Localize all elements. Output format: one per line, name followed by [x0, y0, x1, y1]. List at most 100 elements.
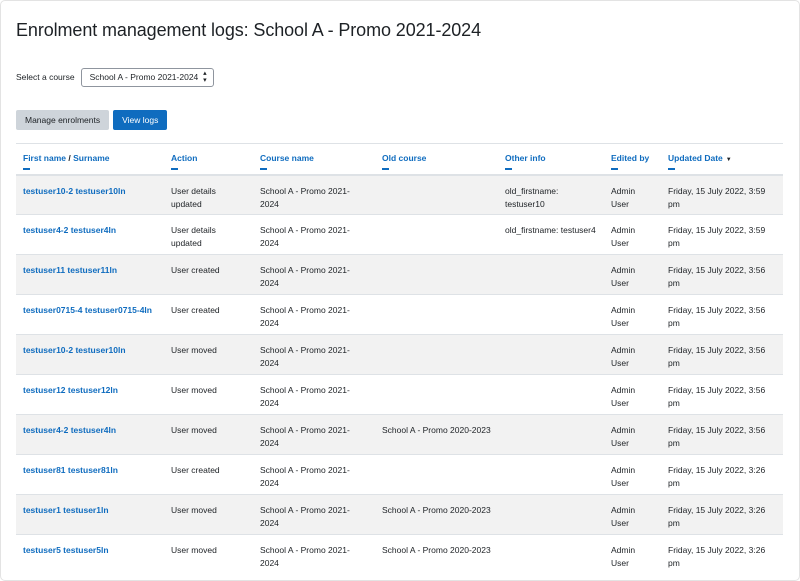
cell-other-info: old_firstname: testuser4 [498, 214, 604, 255]
cell-updated-date: Friday, 15 July 2022, 3:56 pm [661, 414, 783, 455]
cell-course-name: School A - Promo 2021-2024 [253, 174, 375, 215]
cell-course-name: School A - Promo 2021-2024 [253, 414, 375, 455]
column-header-updated-date[interactable]: Updated Date ▼ [661, 143, 783, 176]
cell-edited-by: Admin User [604, 534, 661, 575]
column-header-old-course[interactable]: Old course [375, 143, 498, 176]
cell-other-info [498, 334, 604, 375]
collapse-column-icon[interactable] [23, 168, 30, 170]
course-select-value: School A - Promo 2021-2024 [89, 72, 199, 82]
table-header-row: First name / Surname Action Course name … [16, 143, 783, 176]
sort-first-name-link[interactable]: First name [23, 153, 66, 163]
updown-caret-icon: ▴ ▾ [203, 70, 207, 84]
cell-action: User moved [164, 334, 253, 375]
user-profile-link[interactable]: testuser81 testuser81ln [23, 465, 118, 475]
user-profile-link[interactable]: testuser4-2 testuser4ln [23, 425, 116, 435]
cell-other-info [498, 534, 604, 575]
user-profile-link[interactable]: testuser10-2 testuser10ln [23, 186, 126, 196]
cell-old-course [375, 174, 498, 215]
cell-old-course [375, 294, 498, 335]
cell-updated-date: Friday, 15 July 2022, 3:26 pm [661, 454, 783, 495]
cell-updated-date: Friday, 15 July 2022, 3:59 pm [661, 214, 783, 255]
sort-descending-icon: ▼ [725, 157, 732, 163]
course-select[interactable]: School A - Promo 2021-2024 ▴ ▾ [80, 67, 214, 87]
table-row: testuser1 testuser1ln User moved School A … [16, 494, 783, 535]
collapse-column-icon[interactable] [505, 168, 512, 170]
manage-enrolments-button[interactable]: Manage enrolments [16, 110, 110, 130]
column-header-course-name[interactable]: Course name [253, 143, 375, 176]
cell-course-name: School A - Promo 2021-2024 [253, 454, 375, 495]
column-header-edited-by-label: Edited by [611, 153, 650, 163]
cell-updated-date: Friday, 15 July 2022, 3:26 pm [661, 534, 783, 575]
cell-user: testuser11 testuser11ln [16, 254, 164, 295]
cell-other-info [498, 494, 604, 535]
cell-old-course: School A - Promo 2020-2023 [375, 494, 498, 535]
column-header-course-name-label: Course name [260, 153, 314, 163]
cell-course-name: School A - Promo 2021-2024 [253, 534, 375, 575]
user-profile-link[interactable]: testuser4-2 testuser4ln [23, 225, 116, 235]
cell-other-info [498, 374, 604, 415]
cell-user: testuser12 testuser12ln [16, 374, 164, 415]
cell-old-course [375, 454, 498, 495]
cell-action: User moved [164, 534, 253, 575]
header-separator: / [68, 153, 71, 163]
cell-action: User moved [164, 414, 253, 455]
cell-other-info [498, 414, 604, 455]
cell-course-name: School A - Promo 2021-2024 [253, 254, 375, 295]
column-header-other-info[interactable]: Other info [498, 143, 604, 176]
collapse-column-icon[interactable] [382, 168, 389, 170]
collapse-column-icon[interactable] [171, 168, 178, 170]
cell-edited-by: Admin User [604, 454, 661, 495]
collapse-column-icon[interactable] [260, 168, 267, 170]
logs-table: First name / Surname Action Course name … [16, 143, 783, 575]
cell-updated-date: Friday, 15 July 2022, 3:56 pm [661, 254, 783, 295]
user-profile-link[interactable]: testuser11 testuser11ln [23, 265, 117, 275]
table-row: testuser0715-4 testuser0715-4ln User crea… [16, 294, 783, 335]
user-profile-link[interactable]: testuser1 testuser1ln [23, 505, 109, 515]
column-header-action-label: Action [171, 153, 198, 163]
column-header-action[interactable]: Action [164, 143, 253, 176]
table-row: testuser5 testuser5ln User moved School A … [16, 534, 783, 575]
user-profile-link[interactable]: testuser12 testuser12ln [23, 385, 118, 395]
user-profile-link[interactable]: testuser10-2 testuser10ln [23, 345, 126, 355]
cell-old-course [375, 334, 498, 375]
cell-edited-by: Admin User [604, 254, 661, 295]
view-logs-button[interactable]: View logs [113, 110, 168, 130]
column-header-updated-date-label: Updated Date [668, 153, 723, 163]
cell-edited-by: Admin User [604, 494, 661, 535]
column-header-old-course-label: Old course [382, 153, 427, 163]
cell-course-name: School A - Promo 2021-2024 [253, 334, 375, 375]
cell-action: User moved [164, 374, 253, 415]
cell-updated-date: Friday, 15 July 2022, 3:56 pm [661, 374, 783, 415]
cell-other-info [498, 294, 604, 335]
cell-action: User created [164, 454, 253, 495]
cell-user: testuser4-2 testuser4ln [16, 414, 164, 455]
cell-user: testuser1 testuser1ln [16, 494, 164, 535]
user-profile-link[interactable]: testuser0715-4 testuser0715-4ln [23, 305, 152, 315]
cell-course-name: School A - Promo 2021-2024 [253, 294, 375, 335]
column-header-edited-by[interactable]: Edited by [604, 143, 661, 176]
page-title: Enrolment management logs: School A - Pr… [16, 20, 481, 40]
cell-action: User created [164, 254, 253, 295]
cell-edited-by: Admin User [604, 374, 661, 415]
table-row: testuser12 testuser12ln User moved School … [16, 374, 783, 415]
cell-edited-by: Admin User [604, 294, 661, 335]
cell-updated-date: Friday, 15 July 2022, 3:56 pm [661, 334, 783, 375]
cell-old-course [375, 214, 498, 255]
cell-user: testuser4-2 testuser4ln [16, 214, 164, 255]
collapse-column-icon[interactable] [668, 168, 675, 170]
cell-course-name: School A - Promo 2021-2024 [253, 214, 375, 255]
cell-updated-date: Friday, 15 July 2022, 3:59 pm [661, 174, 783, 215]
cell-user: testuser5 testuser5ln [16, 534, 164, 575]
cell-old-course [375, 254, 498, 295]
cell-user: testuser81 testuser81ln [16, 454, 164, 495]
cell-old-course: School A - Promo 2020-2023 [375, 534, 498, 575]
table-row: testuser10-2 testuser10ln User moved Schoo… [16, 334, 783, 375]
cell-edited-by: Admin User [604, 214, 661, 255]
collapse-column-icon[interactable] [611, 168, 618, 170]
cell-action: User details updated [164, 174, 253, 215]
cell-old-course [375, 374, 498, 415]
sort-surname-link[interactable]: Surname [73, 153, 109, 163]
user-profile-link[interactable]: testuser5 testuser5ln [23, 545, 109, 555]
cell-edited-by: Admin User [604, 334, 661, 375]
cell-other-info [498, 254, 604, 295]
